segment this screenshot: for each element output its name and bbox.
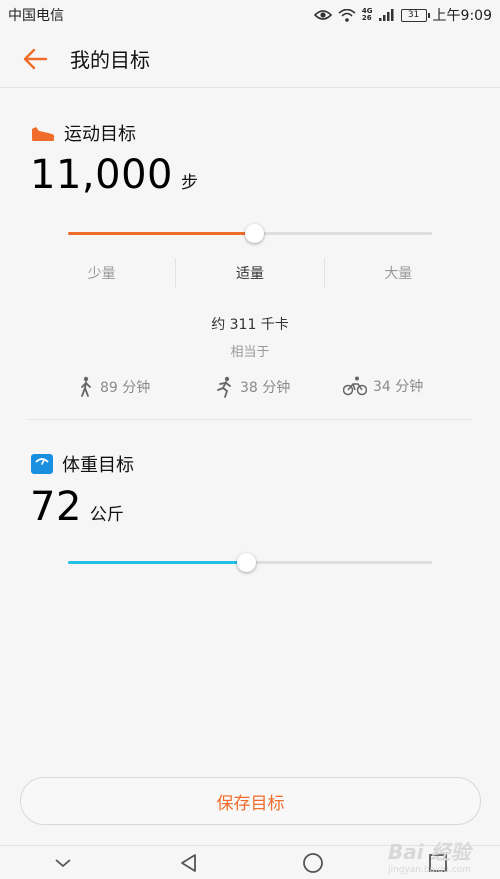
slider-fill — [68, 232, 254, 235]
hide-nav-button[interactable] — [33, 846, 93, 879]
bike-equivalent: 34 分钟 — [343, 376, 423, 396]
triangle-back-icon — [180, 853, 196, 872]
level-high[interactable]: 大量 — [325, 258, 472, 288]
app-bar: 我的目标 — [0, 30, 500, 88]
save-goal-button[interactable]: 保存目标 — [20, 777, 481, 825]
shoe-icon — [32, 127, 55, 141]
calories-text: 约 311 千卡 — [211, 317, 289, 333]
weight-number: 72 — [30, 484, 82, 530]
eye-icon — [313, 10, 332, 20]
weight-goal-header: 体重目标 — [30, 451, 134, 477]
run-icon — [217, 376, 231, 398]
clock: 上午9:09 — [432, 8, 492, 24]
signal-icon — [378, 9, 394, 21]
equivalent-label: 相当于 — [230, 345, 270, 360]
circle-home-icon — [302, 852, 323, 873]
steps-goal-title: 运动目标 — [64, 124, 136, 145]
slider-thumb[interactable] — [244, 224, 264, 243]
level-medium[interactable]: 适量 — [176, 258, 325, 288]
network-type-label: 4G 26 — [361, 7, 373, 22]
section-divider — [28, 419, 472, 420]
back-button[interactable] — [0, 30, 70, 88]
steps-goal-header: 运动目标 — [30, 120, 136, 146]
watermark: Bai 经验 jingyan.baidu.com — [388, 836, 500, 878]
battery-icon: 31 — [400, 8, 430, 22]
chevron-down-icon — [54, 858, 71, 867]
wifi-icon — [338, 8, 356, 22]
level-low[interactable]: 少量 — [28, 258, 177, 288]
slider-thumb[interactable] — [237, 553, 257, 572]
equivalents-row: 89 分钟 38 分钟 34 分钟 — [0, 372, 500, 400]
steps-number: 11,000 — [30, 152, 173, 198]
weight-goal-title: 体重目标 — [62, 455, 134, 476]
slider-fill — [68, 561, 247, 564]
arrow-left-icon — [23, 48, 48, 69]
scale-icon — [31, 454, 53, 474]
status-bar: 中国电信 4G 26 31 上午9:09 — [0, 0, 500, 30]
page-title: 我的目标 — [70, 48, 150, 72]
nav-back-button[interactable] — [158, 846, 218, 879]
run-equivalent: 38 分钟 — [214, 376, 290, 398]
walk-equivalent: 89 分钟 — [78, 376, 150, 398]
walk-icon — [81, 376, 91, 397]
watermark-text: Bai 经验 — [388, 840, 471, 864]
status-icons: 4G 26 31 上午9:09 — [313, 5, 492, 25]
nav-home-button[interactable] — [283, 846, 343, 879]
carrier-label: 中国电信 — [8, 8, 64, 24]
steps-unit: 步 — [180, 173, 198, 193]
intensity-levels: 少量 适量 大量 — [28, 258, 472, 288]
weight-goal-value: 72 公斤 — [30, 484, 124, 530]
bike-icon — [343, 376, 367, 396]
steps-slider[interactable] — [68, 223, 432, 243]
weight-slider[interactable] — [68, 552, 432, 572]
watermark-subtext: jingyan.baidu.com — [388, 865, 472, 875]
weight-unit: 公斤 — [89, 505, 124, 525]
steps-goal-value: 11,000 步 — [30, 152, 198, 198]
